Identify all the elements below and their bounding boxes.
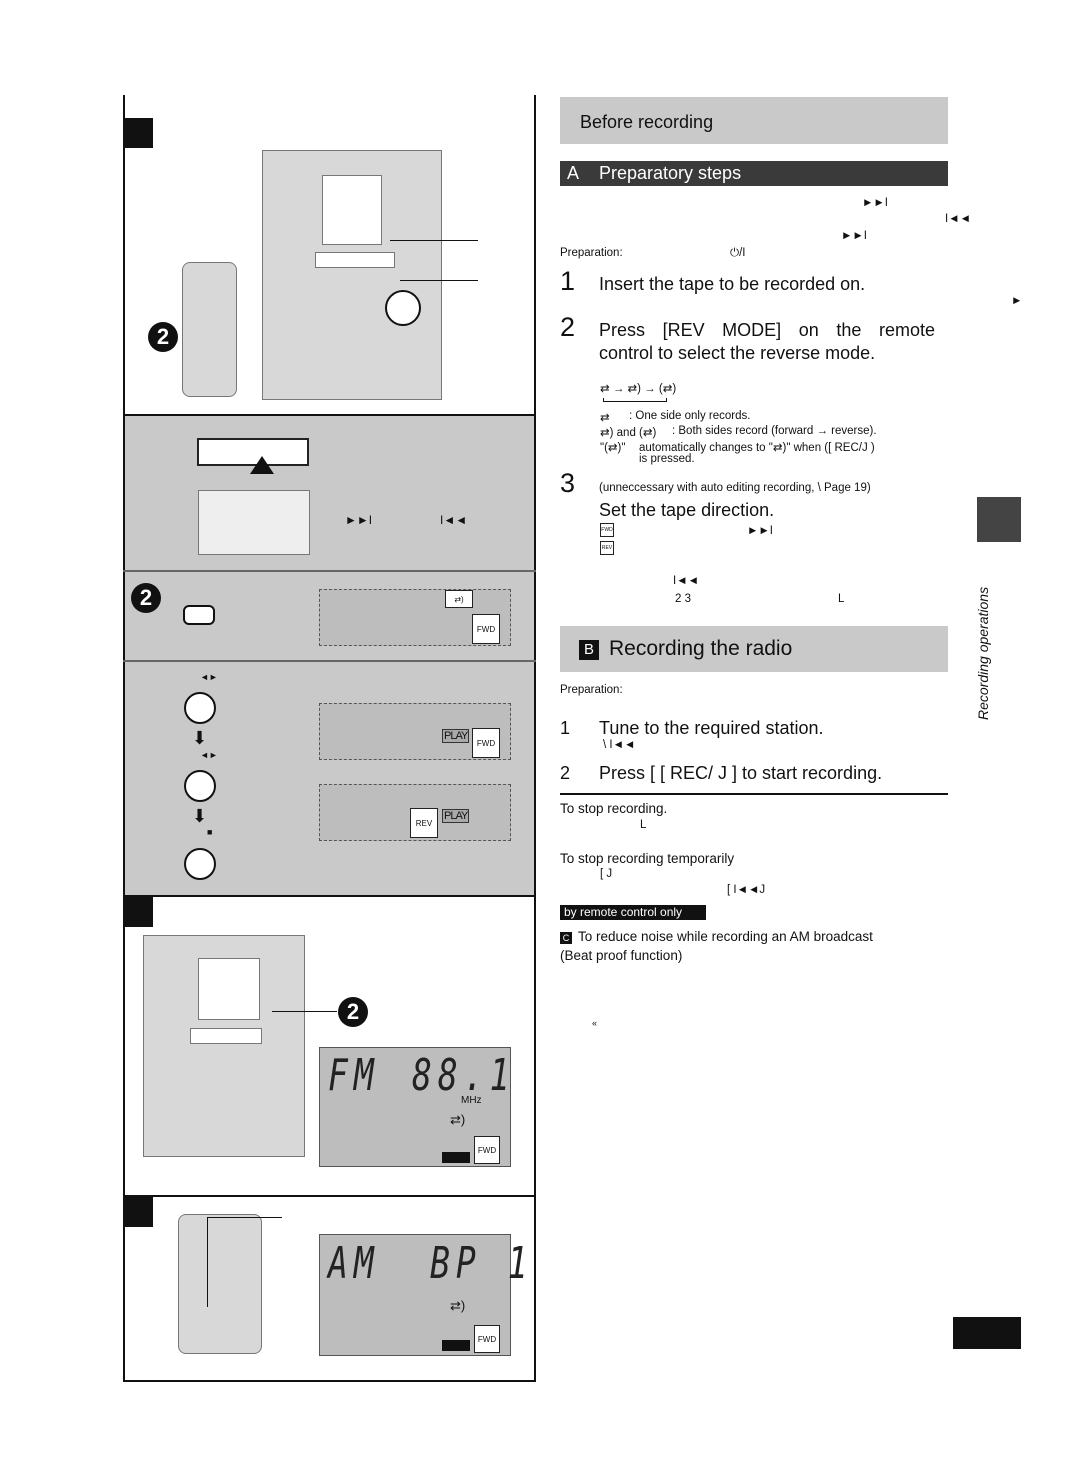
ff-symbol: ►►I bbox=[841, 230, 867, 242]
step-2-marker: 2 bbox=[131, 583, 161, 613]
step-text: Set the tape direction. bbox=[599, 500, 775, 520]
section-c-letter: C bbox=[560, 932, 572, 944]
frequency-readout: 88.1 bbox=[412, 1050, 516, 1101]
stop-symbol: ■ bbox=[207, 827, 213, 837]
play-indicator: PLAY bbox=[442, 809, 470, 823]
step-text: Press [ [ REC/ J ] to start recording. bbox=[599, 763, 883, 783]
step-text: Press [REV MODE] on the remote bbox=[599, 320, 935, 340]
step-reference: 2 3 bbox=[675, 593, 691, 605]
rew-symbol: I◄◄ bbox=[673, 575, 699, 587]
arrow-down-icon: ⬇ bbox=[192, 728, 208, 748]
section-a-letter: A bbox=[567, 163, 580, 183]
play-indicator: PLAY bbox=[442, 729, 470, 743]
symbol-text: [ J bbox=[600, 868, 613, 880]
section-b-letter: B bbox=[579, 640, 599, 660]
mode-description: : One side only records. bbox=[629, 410, 751, 422]
section-title-before-recording: Before recording bbox=[580, 112, 714, 132]
beat-proof-heading: To reduce noise while recording an AM br… bbox=[578, 929, 873, 944]
fwd-icon: FWD bbox=[474, 1136, 500, 1164]
ff-symbol: ►►I bbox=[747, 525, 773, 537]
arrow-down-icon: ⬇ bbox=[192, 806, 208, 826]
page-number-box bbox=[953, 1317, 1021, 1349]
power-icon: ⏻/I bbox=[730, 247, 746, 259]
mode-symbol: ⇄ bbox=[600, 412, 610, 424]
step-note: \ I◄◄ bbox=[603, 739, 636, 751]
band-readout: FM bbox=[328, 1050, 380, 1101]
symbol-text: L bbox=[838, 593, 845, 605]
preparation-label: Preparation: bbox=[560, 247, 623, 259]
mode-description: automatically changes to "⇄)" when ([ RE… bbox=[639, 442, 875, 454]
step-note: (unneccessary with auto editing recordin… bbox=[599, 482, 871, 494]
step-text: Insert the tape to be recorded on. bbox=[599, 274, 866, 294]
remote-control-illustration bbox=[182, 262, 237, 397]
section-b-marker bbox=[123, 897, 153, 927]
tape-deck-illustration bbox=[198, 490, 310, 555]
ff-symbol: ►►I bbox=[862, 197, 888, 209]
step-text: control to select the reverse mode. bbox=[599, 343, 876, 363]
remote-only-badge: by remote control only bbox=[560, 905, 706, 920]
step-2-marker: 2 bbox=[338, 997, 368, 1027]
reverse-mode-icon: ⇄) bbox=[445, 590, 473, 608]
symbol-text: « bbox=[592, 1018, 598, 1028]
side-tab-label: Recording operations bbox=[975, 586, 991, 720]
rev-mode-button-illustration bbox=[183, 605, 215, 625]
symbol-text: [ I◄◄J bbox=[727, 884, 766, 896]
direction-symbol: ◄► bbox=[200, 750, 218, 760]
play-symbol: ► bbox=[1011, 295, 1023, 307]
beat-proof-subheading: (Beat proof function) bbox=[560, 948, 683, 963]
rec-indicator bbox=[442, 1340, 470, 1351]
reverse-mode-cycle: ⇄ → ⇄) → (⇄) bbox=[600, 383, 677, 395]
mode-description: : Both sides record (forward → reverse). bbox=[672, 425, 877, 437]
ff-label: ►►I bbox=[345, 513, 373, 527]
remote-control-illustration bbox=[178, 1214, 262, 1354]
step-number: 2 bbox=[560, 312, 576, 342]
step-number: 2 bbox=[560, 763, 571, 783]
side-tab bbox=[977, 497, 1021, 542]
step-number: 3 bbox=[560, 468, 576, 498]
mode-symbol: ⇄) and (⇄) bbox=[600, 427, 657, 439]
section-title-preparatory-steps: Preparatory steps bbox=[599, 163, 742, 183]
symbol-text: L bbox=[640, 819, 647, 831]
step-text: Tune to the required station. bbox=[599, 718, 824, 738]
step-number: 1 bbox=[560, 718, 571, 738]
rew-label: I◄◄ bbox=[440, 513, 468, 527]
stop-recording-heading: To stop recording. bbox=[560, 801, 668, 816]
section-title-recording-radio: Recording the radio bbox=[609, 637, 793, 660]
beat-proof-readout: BP 1 bbox=[430, 1238, 534, 1289]
pause-recording-heading: To stop recording temporarily bbox=[560, 851, 735, 866]
unit-label: MHz bbox=[461, 1095, 482, 1106]
rev-icon: REV bbox=[410, 808, 438, 838]
band-readout: AM bbox=[328, 1238, 380, 1289]
mode-description: is pressed. bbox=[639, 453, 695, 465]
rew-symbol: I◄◄ bbox=[945, 213, 971, 225]
step-2-marker: 2 bbox=[148, 322, 178, 352]
direction-symbol: ◄► bbox=[200, 672, 218, 682]
fwd-icon: FWD bbox=[472, 728, 500, 758]
fwd-icon: FWD bbox=[474, 1325, 500, 1353]
preparation-label: Preparation: bbox=[560, 684, 623, 696]
section-a-marker bbox=[123, 118, 153, 148]
rec-indicator bbox=[442, 1152, 470, 1163]
fwd-icon: FWD bbox=[472, 614, 500, 644]
reverse-mode-icon: ⇄) bbox=[450, 1112, 466, 1127]
mode-symbol: "(⇄)" bbox=[600, 442, 626, 454]
step-number: 1 bbox=[560, 266, 576, 296]
section-c-marker bbox=[123, 1197, 153, 1227]
fwd-icon: FWD bbox=[600, 523, 614, 537]
reverse-mode-icon: ⇄) bbox=[450, 1298, 466, 1313]
rev-icon: REV bbox=[600, 541, 614, 555]
